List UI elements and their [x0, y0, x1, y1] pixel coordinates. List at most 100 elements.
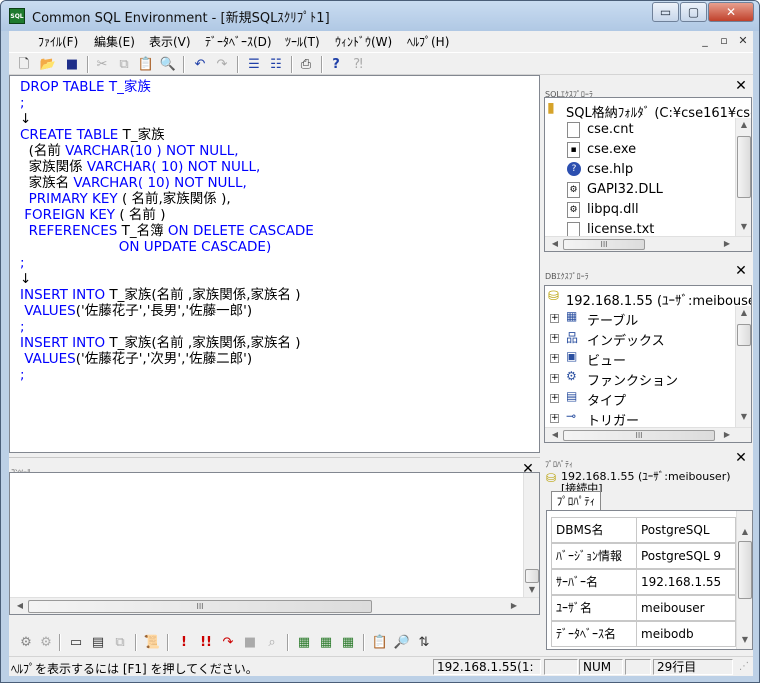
properties-vscrollbar[interactable]: ▲ ▼	[736, 511, 752, 649]
expand-icon[interactable]: +	[550, 314, 559, 323]
console-vscroll-thumb[interactable]	[525, 569, 539, 583]
expand-icon[interactable]: +	[550, 394, 559, 403]
console-vertical-scrollbar[interactable]: ▼	[523, 473, 539, 597]
sort-icon[interactable]: ⇅	[415, 634, 433, 651]
sql-explorer-tree[interactable]: ▮ SQL格納ﾌｫﾙﾀﾞ (C:¥cse161¥cse cse.cnt ▪ cse.…	[544, 97, 752, 252]
print-icon[interactable]: ⎙	[297, 56, 315, 73]
sql-explorer-vscrollbar[interactable]: ▲ ▼	[735, 118, 751, 236]
explain-icon[interactable]: ⌕	[263, 634, 281, 651]
script-icon[interactable]: 📜	[143, 634, 161, 651]
table-export-icon[interactable]: ▦	[339, 634, 357, 651]
outdent-icon[interactable]: ☷	[267, 56, 285, 73]
connect-icon[interactable]: ⚙	[17, 634, 35, 651]
disconnect-icon[interactable]: ⚙	[37, 634, 55, 651]
menu-edit[interactable]: 編集(E)	[94, 33, 135, 50]
save-icon[interactable]: ■	[63, 56, 81, 73]
context-help-icon[interactable]: ⁈	[349, 56, 367, 73]
db-explorer-tree[interactable]: ⛁ 192.168.1.55 (ﾕｰｻﾞ:meibouse + ▦ テーブル + 品イン…	[544, 285, 752, 443]
minimize-button[interactable]: ▭	[652, 2, 679, 22]
sql-explorer-close-button[interactable]: ✕	[733, 79, 749, 95]
app-icon: SQL	[9, 8, 25, 24]
step-execute-icon[interactable]: ↷	[219, 634, 237, 651]
undo-icon[interactable]: ↶	[191, 56, 209, 73]
sql-explorer-vscroll-thumb[interactable]	[737, 136, 751, 198]
paste-icon[interactable]: 📋	[137, 56, 155, 73]
scroll-left-icon[interactable]: ◀	[547, 430, 563, 439]
split-window-icon[interactable]: ▤	[89, 634, 107, 651]
sql-editor[interactable]: DROP TABLE T_家族; ↓ CREATE TABLE T_家族 (名前 V…	[9, 75, 540, 453]
stop-icon[interactable]: ■	[241, 634, 259, 651]
execute-icon[interactable]: !	[175, 634, 193, 651]
cut-icon[interactable]: ✂	[93, 56, 111, 73]
db-explorer-hscrollbar[interactable]: ◀ III ▶	[545, 427, 751, 442]
table-view-icon[interactable]: ▦	[317, 634, 335, 651]
window-title: Common SQL Environment - [新規SQLｽｸﾘﾌﾟﾄ1]	[32, 11, 330, 26]
db-explorer-vscroll-thumb[interactable]	[737, 324, 751, 346]
mdi-restore-button[interactable]: ▫	[715, 33, 733, 49]
main-toolbar: 🗋 📂 ■ ✂ ⧉ 📋 🔍 ↶ ↷ ☰ ☷ ⎙ ? ⁈	[9, 52, 753, 75]
sql-explorer-hscroll-thumb[interactable]: III	[563, 239, 645, 250]
scroll-right-icon[interactable]: ▶	[719, 430, 735, 439]
console-horizontal-scrollbar[interactable]: ◀ III ▶	[10, 597, 539, 614]
scroll-up-icon[interactable]: ▲	[737, 527, 752, 536]
expand-icon[interactable]: +	[550, 414, 559, 423]
redo-icon[interactable]: ↷	[213, 56, 231, 73]
scroll-left-icon[interactable]: ◀	[547, 239, 563, 248]
db-explorer-close-button[interactable]: ✕	[733, 264, 749, 280]
db-explorer-vscrollbar[interactable]: ▲ ▼	[735, 306, 751, 427]
sql-explorer-hscrollbar[interactable]: ◀ III ▶	[545, 236, 751, 251]
expand-icon[interactable]: +	[550, 354, 559, 363]
property-value[interactable]: PostgreSQL	[636, 517, 736, 543]
menu-database[interactable]: ﾃﾞｰﾀﾍﾞｰｽ(D)	[205, 33, 272, 50]
menu-view[interactable]: 表示(V)	[149, 33, 191, 50]
expand-icon[interactable]: +	[550, 374, 559, 383]
tab-properties[interactable]: ﾌﾟﾛﾊﾟﾃｨ	[551, 491, 601, 511]
indent-icon[interactable]: ☰	[245, 56, 263, 73]
clipboard-icon[interactable]: 📋	[371, 634, 389, 651]
scroll-right-icon[interactable]: ▶	[506, 601, 522, 610]
resize-grip-icon[interactable]: ⋰	[739, 661, 749, 672]
find-icon[interactable]: 🔍	[159, 56, 177, 73]
scroll-down-icon[interactable]: ▼	[736, 412, 751, 421]
execute-all-icon[interactable]: !!	[197, 634, 215, 651]
properties-close-button[interactable]: ✕	[733, 451, 749, 467]
console-pane[interactable]: ▼ ◀ III ▶	[9, 472, 540, 615]
properties-vscroll-thumb[interactable]	[738, 541, 752, 599]
search-icon[interactable]: 🔎	[393, 634, 411, 651]
console-hscroll-thumb[interactable]: III	[28, 600, 372, 613]
sql-keyword: VALUES	[20, 351, 76, 367]
open-folder-icon[interactable]: 📂	[39, 56, 57, 73]
expand-icon[interactable]: +	[550, 334, 559, 343]
scroll-right-icon[interactable]: ▶	[719, 239, 735, 248]
menu-file[interactable]: ﾌｧｲﾙ(F)	[38, 33, 78, 50]
menu-window[interactable]: ｳｨﾝﾄﾞｳ(W)	[335, 33, 392, 50]
code-line: DROP TABLE T_家族	[20, 79, 314, 95]
table-edit-icon[interactable]: ▦	[295, 634, 313, 651]
scroll-down-icon[interactable]: ▼	[737, 635, 752, 644]
window-icon[interactable]: ▭	[67, 634, 85, 651]
menu-help[interactable]: ﾍﾙﾌﾟ(H)	[407, 33, 449, 50]
menu-tools[interactable]: ﾂｰﾙ(T)	[285, 33, 320, 50]
maximize-button[interactable]: ▢	[680, 2, 707, 22]
db-explorer-hscroll-thumb[interactable]: III	[563, 430, 715, 441]
property-value[interactable]: PostgreSQL 9	[636, 543, 736, 569]
scroll-up-icon[interactable]: ▲	[736, 308, 751, 317]
sql-text: T_名簿	[121, 223, 168, 239]
help-icon[interactable]: ?	[327, 56, 345, 73]
mdi-close-button[interactable]: ✕	[734, 33, 752, 49]
tree-item-label: タイプ	[587, 394, 627, 409]
scroll-up-icon[interactable]: ▲	[736, 120, 751, 129]
scroll-left-icon[interactable]: ◀	[12, 601, 28, 610]
new-file-icon[interactable]: 🗋	[15, 56, 33, 73]
scroll-down-icon[interactable]: ▼	[736, 222, 751, 231]
property-value[interactable]: meibouser	[636, 595, 736, 621]
property-value[interactable]: meibodb	[636, 621, 736, 647]
copy-icon[interactable]: ⧉	[115, 56, 133, 73]
scroll-down-icon[interactable]: ▼	[524, 585, 540, 594]
close-button[interactable]: ✕	[708, 2, 754, 22]
mdi-minimize-button[interactable]: _	[696, 33, 714, 49]
menu-bar: ﾌｧｲﾙ(F) 編集(E) 表示(V) ﾃﾞｰﾀﾍﾞｰｽ(D) ﾂｰﾙ(T) ｳ…	[9, 31, 753, 52]
property-value[interactable]: 192.168.1.55	[636, 569, 736, 595]
tile-window-icon[interactable]: ⧉	[111, 634, 129, 651]
toolbar-separator	[59, 634, 61, 651]
